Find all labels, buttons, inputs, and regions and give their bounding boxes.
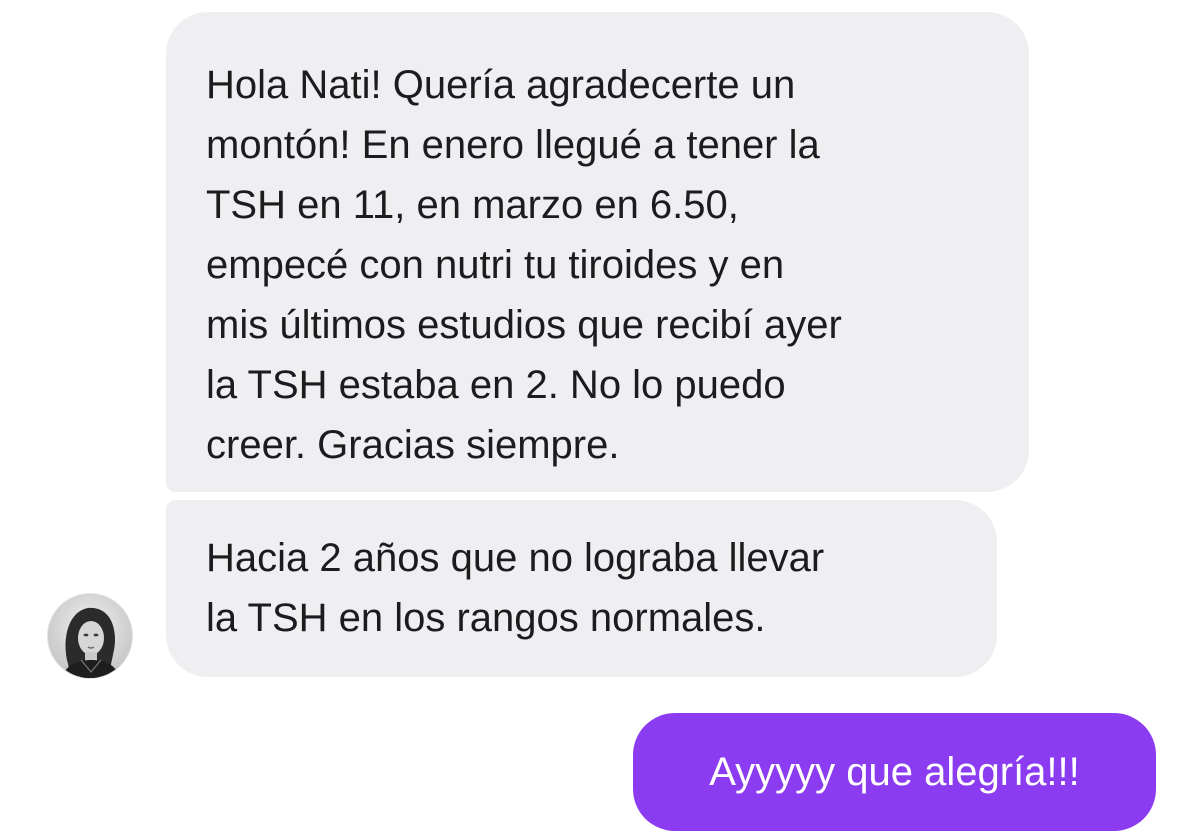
message-line: Hacia 2 años que no lograba llevar <box>206 536 825 580</box>
message-line: TSH en 11, en marzo en 6.50, <box>206 183 739 227</box>
message-line: montón! En enero llegué a tener la <box>206 123 820 167</box>
message-line: empecé con nutri tu tiroides y en <box>206 243 785 287</box>
profile-photo-avatar-icon <box>48 594 132 678</box>
message-line: mis últimos estudios que recibí ayer <box>206 303 842 347</box>
message-line: Hola Nati! Quería agradecerte un <box>206 63 796 107</box>
message-line: la TSH en los rangos normales. <box>206 596 766 640</box>
message-text: Ayyyyy que alegría!!! <box>709 750 1080 794</box>
incoming-message-bubble[interactable]: Hacia 2 años que no lograba llevar la TS… <box>166 500 997 677</box>
message-line: la TSH estaba en 2. No lo puedo <box>206 363 786 407</box>
sender-avatar[interactable] <box>48 594 132 678</box>
outgoing-message-bubble[interactable]: Ayyyyy que alegría!!! <box>633 713 1156 831</box>
incoming-message-bubble[interactable]: Hola Nati! Quería agradecerte un montón!… <box>166 12 1029 492</box>
message-line: creer. Gracias siempre. <box>206 423 620 467</box>
